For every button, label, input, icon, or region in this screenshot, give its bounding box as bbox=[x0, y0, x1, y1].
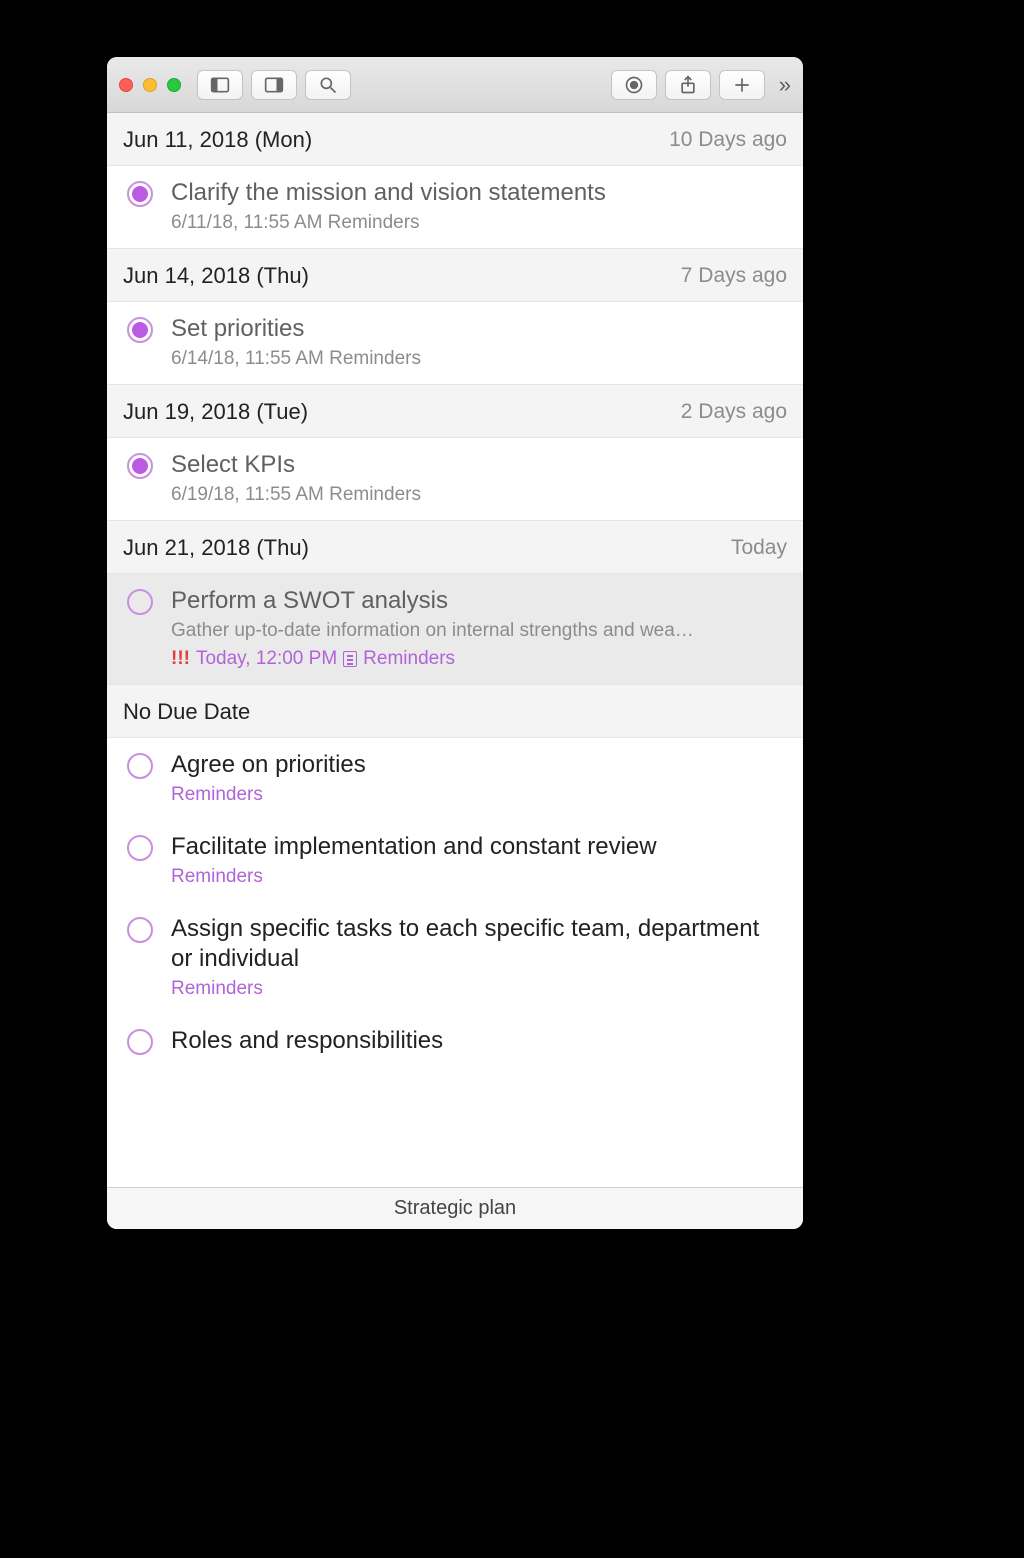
footer-title: Strategic plan bbox=[394, 1197, 516, 1220]
list-icon bbox=[343, 651, 357, 667]
add-button[interactable] bbox=[719, 70, 765, 100]
section-date: Jun 11, 2018 (Mon) bbox=[123, 127, 312, 153]
task-title: Agree on priorities bbox=[171, 750, 787, 780]
task-body: Assign specific tasks to each specific t… bbox=[171, 914, 787, 1000]
task-row[interactable]: Clarify the mission and vision statement… bbox=[107, 166, 803, 248]
footer-bar: Strategic plan bbox=[107, 1187, 803, 1229]
task-row[interactable]: Perform a SWOT analysis Gather up-to-dat… bbox=[107, 574, 803, 684]
record-button[interactable] bbox=[611, 70, 657, 100]
task-body: Set priorities 6/14/18, 11:55 AM Reminde… bbox=[171, 314, 787, 370]
sidebar-right-button[interactable] bbox=[251, 70, 297, 100]
task-row[interactable]: Facilitate implementation and constant r… bbox=[107, 820, 803, 902]
minimize-window-button[interactable] bbox=[143, 78, 157, 92]
task-checkbox[interactable] bbox=[127, 589, 153, 615]
task-subtitle: 6/14/18, 11:55 AM Reminders bbox=[171, 348, 787, 370]
task-body: Select KPIs 6/19/18, 11:55 AM Reminders bbox=[171, 450, 787, 506]
sidebar-left-button[interactable] bbox=[197, 70, 243, 100]
task-row[interactable]: Assign specific tasks to each specific t… bbox=[107, 902, 803, 1014]
section-header: Jun 11, 2018 (Mon) 10 Days ago bbox=[107, 113, 803, 166]
section-header: Jun 14, 2018 (Thu) 7 Days ago bbox=[107, 248, 803, 302]
task-title: Roles and responsibilities bbox=[171, 1026, 787, 1056]
task-meta: !!! Today, 12:00 PM Reminders bbox=[171, 648, 787, 670]
task-subtitle: 6/19/18, 11:55 AM Reminders bbox=[171, 484, 787, 506]
task-title: Facilitate implementation and constant r… bbox=[171, 832, 787, 862]
task-body: Perform a SWOT analysis Gather up-to-dat… bbox=[171, 586, 787, 670]
task-row[interactable]: Set priorities 6/14/18, 11:55 AM Reminde… bbox=[107, 302, 803, 384]
task-body: Agree on priorities Reminders bbox=[171, 750, 787, 806]
task-row[interactable]: Agree on priorities Reminders bbox=[107, 738, 803, 820]
meta-list: Reminders bbox=[363, 648, 455, 670]
section-relative: Today bbox=[731, 536, 787, 560]
plus-icon bbox=[732, 75, 752, 95]
section-date: Jun 21, 2018 (Thu) bbox=[123, 535, 309, 561]
task-checkbox[interactable] bbox=[127, 917, 153, 943]
task-subtitle: 6/11/18, 11:55 AM Reminders bbox=[171, 212, 787, 234]
task-title: Assign specific tasks to each specific t… bbox=[171, 914, 787, 974]
toolbar-overflow-button[interactable]: » bbox=[773, 72, 791, 98]
task-title: Clarify the mission and vision statement… bbox=[171, 178, 787, 208]
traffic-lights bbox=[119, 78, 181, 92]
task-list-link[interactable]: Reminders bbox=[171, 784, 787, 806]
task-checkbox[interactable] bbox=[127, 453, 153, 479]
task-list-link[interactable]: Reminders bbox=[171, 866, 787, 888]
section-date: No Due Date bbox=[123, 699, 250, 725]
section-date: Jun 19, 2018 (Tue) bbox=[123, 399, 308, 425]
task-row[interactable]: Select KPIs 6/19/18, 11:55 AM Reminders bbox=[107, 438, 803, 520]
priority-marker: !!! bbox=[171, 648, 190, 670]
task-body: Facilitate implementation and constant r… bbox=[171, 832, 787, 888]
task-checkbox[interactable] bbox=[127, 317, 153, 343]
content-area: Jun 11, 2018 (Mon) 10 Days ago Clarify t… bbox=[107, 113, 803, 1229]
task-body: Clarify the mission and vision statement… bbox=[171, 178, 787, 234]
meta-time: Today, 12:00 PM bbox=[196, 648, 337, 670]
task-checkbox[interactable] bbox=[127, 181, 153, 207]
task-checkbox[interactable] bbox=[127, 1029, 153, 1055]
task-checkbox[interactable] bbox=[127, 835, 153, 861]
search-button[interactable] bbox=[305, 70, 351, 100]
section-date: Jun 14, 2018 (Thu) bbox=[123, 263, 309, 289]
search-icon bbox=[318, 75, 338, 95]
task-body: Roles and responsibilities Reminders bbox=[171, 1026, 787, 1047]
task-checkbox[interactable] bbox=[127, 753, 153, 779]
section-header: No Due Date bbox=[107, 684, 803, 738]
task-title: Set priorities bbox=[171, 314, 787, 344]
share-button[interactable] bbox=[665, 70, 711, 100]
section-header: Jun 19, 2018 (Tue) 2 Days ago bbox=[107, 384, 803, 438]
sidebar-left-icon bbox=[210, 75, 230, 95]
sidebar-right-icon bbox=[264, 75, 284, 95]
section-header: Jun 21, 2018 (Thu) Today bbox=[107, 520, 803, 574]
task-row[interactable]: Roles and responsibilities Reminders bbox=[107, 1014, 803, 1061]
task-title: Select KPIs bbox=[171, 450, 787, 480]
task-list[interactable]: Jun 11, 2018 (Mon) 10 Days ago Clarify t… bbox=[107, 113, 803, 1187]
task-list-link[interactable]: Reminders bbox=[171, 1060, 787, 1061]
app-window: » Jun 11, 2018 (Mon) 10 Days ago Clarify… bbox=[107, 57, 803, 1229]
section-relative: 10 Days ago bbox=[669, 128, 787, 152]
share-icon bbox=[678, 75, 698, 95]
section-relative: 2 Days ago bbox=[681, 400, 787, 424]
section-relative: 7 Days ago bbox=[681, 264, 787, 288]
task-subtitle: Gather up-to-date information on interna… bbox=[171, 620, 787, 642]
titlebar: » bbox=[107, 57, 803, 113]
zoom-window-button[interactable] bbox=[167, 78, 181, 92]
close-window-button[interactable] bbox=[119, 78, 133, 92]
record-icon bbox=[624, 75, 644, 95]
task-title: Perform a SWOT analysis bbox=[171, 586, 787, 616]
task-list-link[interactable]: Reminders bbox=[171, 978, 787, 1000]
